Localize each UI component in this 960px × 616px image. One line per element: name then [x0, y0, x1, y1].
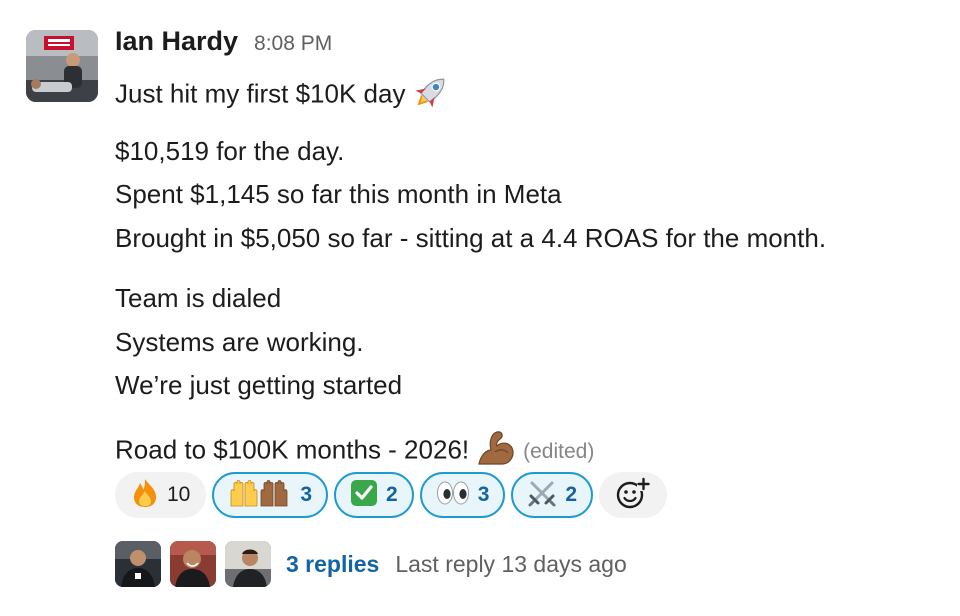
reaction-count: 2: [386, 483, 398, 506]
message-line: Spent $1,145 so far this month in Meta: [115, 178, 562, 210]
message-text: Brought in $5,050 so far - sitting at a …: [115, 223, 827, 253]
fire-icon: [131, 478, 159, 513]
message-line: Systems are working.: [115, 326, 364, 358]
message-line: Brought in $5,050 so far - sitting at a …: [115, 222, 826, 254]
reactions-bar: 10 3 2 3 2: [115, 472, 668, 518]
eyes-icon: [436, 480, 470, 511]
thread-last-reply: Last reply 13 days ago: [395, 550, 627, 577]
message-line: Team is dialed: [115, 282, 281, 314]
message-line: $10,519 for the day.: [115, 135, 344, 167]
edited-label: (edited): [523, 440, 595, 464]
reaction-white-check-mark[interactable]: 2: [334, 472, 414, 518]
message-text: Road to $100K months - 2026!: [115, 434, 470, 465]
reaction-count: 2: [565, 483, 578, 506]
reaction-crossed-swords[interactable]: 2: [511, 472, 594, 518]
reaction-count: 10: [167, 483, 191, 506]
add-reaction-icon: [616, 477, 651, 514]
thread-replies-link[interactable]: 3 replies: [286, 551, 379, 578]
thread-participant-avatar: [170, 541, 216, 587]
message-text: $10,519 for the day.: [115, 136, 345, 166]
sender-avatar[interactable]: [26, 30, 98, 102]
message-text: Systems are working.: [115, 327, 364, 357]
add-reaction-button[interactable]: [599, 472, 668, 518]
message-line: Road to $100K months - 2026! (edited): [115, 428, 594, 475]
crossed-swords-icon: [527, 478, 557, 513]
message-text: We’re just getting started: [115, 370, 403, 400]
message-line: We’re just getting started: [115, 369, 402, 401]
message: Ian Hardy 8:08 PM Just hit my first $10K…: [0, 0, 960, 616]
message-line: Just hit my first $10K day: [115, 72, 451, 119]
sender-name[interactable]: Ian Hardy: [115, 26, 238, 57]
flexed-biceps-emoji: [475, 428, 517, 475]
reaction-fire[interactable]: 10: [115, 472, 207, 518]
reaction-count: 3: [477, 483, 490, 506]
reaction-raising-hands[interactable]: 3: [212, 472, 329, 518]
message-text: Just hit my first $10K day: [115, 78, 406, 109]
timestamp[interactable]: 8:08 PM: [254, 32, 332, 56]
thread-summary[interactable]: 3 replies Last reply 13 days ago: [115, 540, 627, 588]
reaction-count: 3: [300, 483, 313, 506]
thread-participant-avatar: [225, 541, 271, 587]
reaction-eyes[interactable]: 3: [419, 472, 506, 518]
white-check-mark-icon: [350, 479, 378, 512]
rocket-emoji: [411, 72, 451, 119]
raising-hands-icon: [228, 478, 292, 513]
message-header: Ian Hardy 8:08 PM: [115, 26, 332, 66]
message-text: Spent $1,145 so far this month in Meta: [115, 179, 562, 209]
thread-participant-avatar: [115, 541, 161, 587]
message-text: Team is dialed: [115, 283, 282, 313]
